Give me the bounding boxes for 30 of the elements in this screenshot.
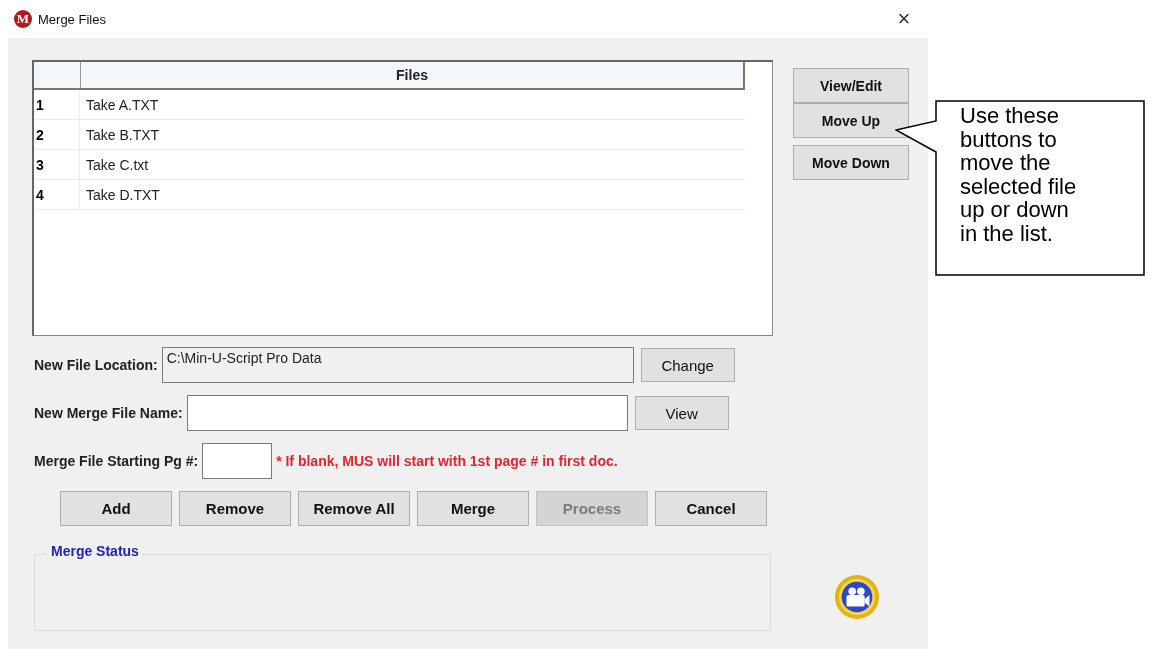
table-cell[interactable]: Take A.TXT [80,90,745,119]
column-header[interactable]: Files [81,62,745,88]
row-number: 4 [34,180,80,209]
table-cell[interactable]: Take C.txt [80,150,745,179]
side-button[interactable]: View/Edit [793,68,909,103]
input-field[interactable] [186,395,628,431]
field-label: Merge File Starting Pg #: [34,453,199,469]
action-button[interactable]: Cancel [655,491,767,526]
action-button[interactable]: Remove All [298,491,410,526]
note-text: * If blank, MUS will start with 1st page # in first doc. [276,453,618,469]
callout-text: Use these buttons to move the selected file up or down in the list. [960,104,1078,245]
close-button[interactable]: × [884,4,924,34]
app-logo: M [14,10,32,28]
group-title: Merge Status [47,543,143,559]
table-cell[interactable]: Take B.TXT [80,120,745,149]
row-number: 1 [34,90,80,119]
field-button[interactable]: View [634,396,729,430]
row-number: 3 [34,150,80,179]
action-button[interactable]: Add [60,491,172,526]
video-camera-icon[interactable] [834,574,880,620]
side-button[interactable]: Move Up [793,103,909,138]
table-cell[interactable]: Take D.TXT [80,180,745,209]
field-label: New File Location: [34,357,158,373]
input-field[interactable] [202,443,273,479]
window-title: Merge Files [38,11,106,27]
side-button[interactable]: Move Down [793,145,909,180]
action-button[interactable]: Remove [179,491,291,526]
field-label: New Merge File Name: [34,405,183,421]
action-button[interactable]: Merge [417,491,529,526]
row-number: 2 [34,120,80,149]
